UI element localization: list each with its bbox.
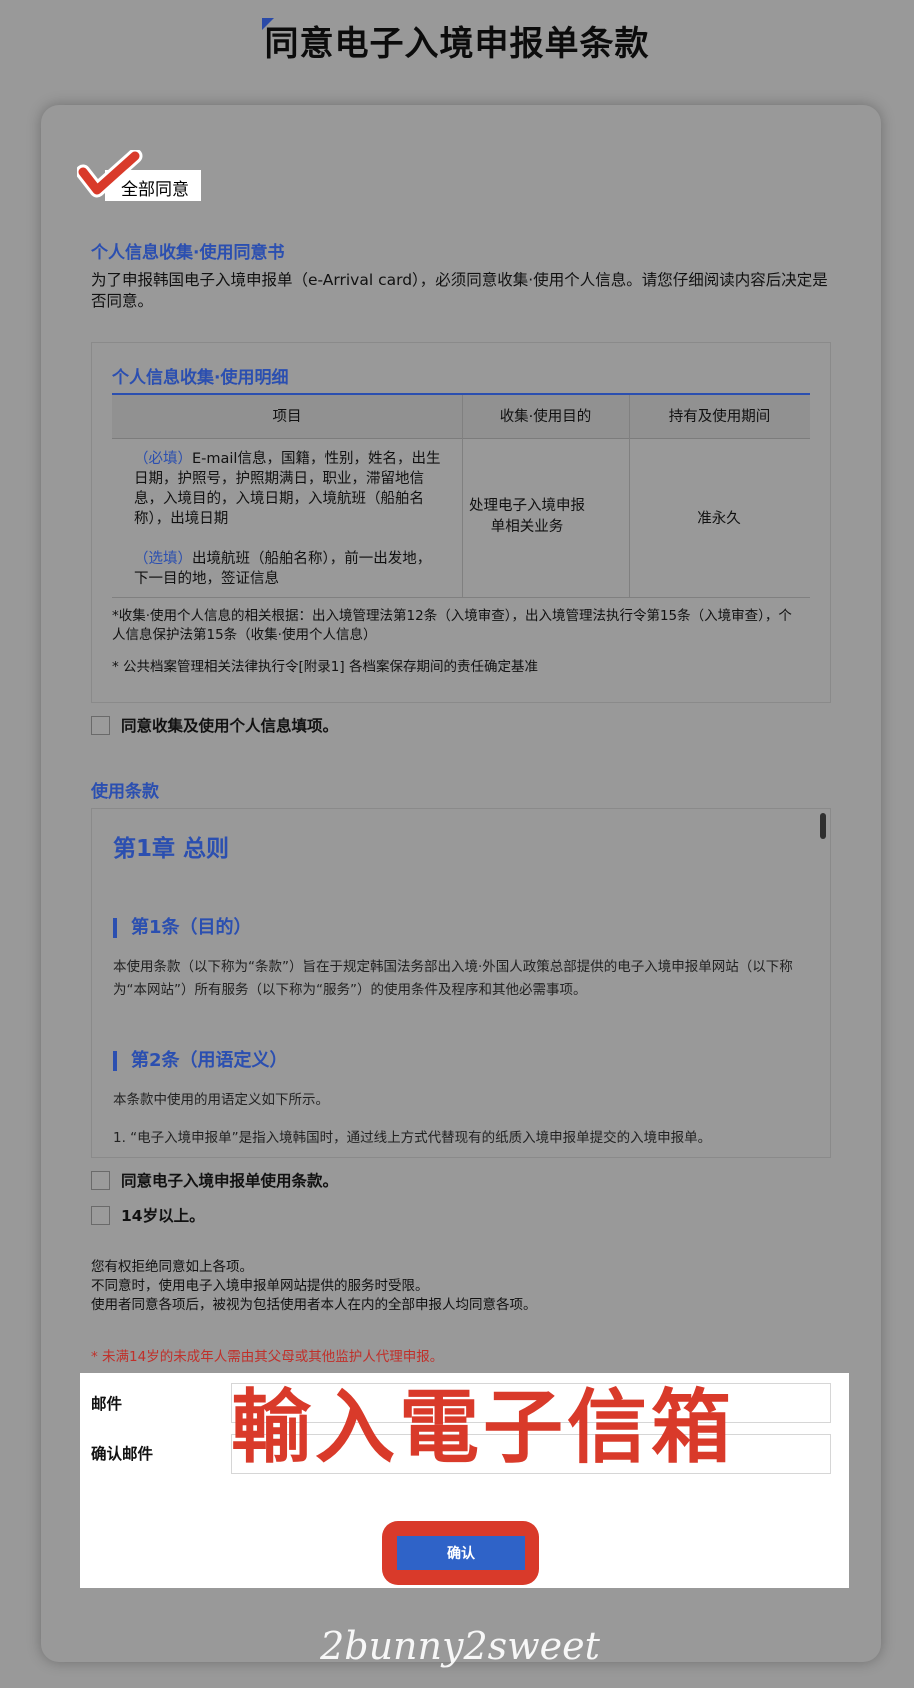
age-checkbox[interactable] (91, 1206, 110, 1225)
optional-tag: （选填） (134, 551, 192, 567)
chapter-title: 第1章 总则 (113, 836, 230, 862)
scrollbar-thumb[interactable] (820, 813, 826, 839)
column-header-period: 持有及使用期间 (668, 409, 771, 425)
details-title: 个人信息收集·使用明细 (112, 368, 289, 388)
privacy-consent-checkbox[interactable] (91, 716, 110, 735)
legal-basis-note: *收集·使用个人信息的相关根据：出入境管理法第12条（入境审查），出入境管理法执… (112, 608, 792, 643)
rights-line: 使用者同意各项后，被视为包括使用者本人在内的全部申报人均同意各项。 (91, 1297, 537, 1313)
article-2-text: 本条款中使用的用语定义如下所示。 (113, 1092, 329, 1108)
rights-line: 不同意时，使用电子入境申报单网站提供的服务时受限。 (91, 1278, 429, 1294)
table-header: 项目 收集·使用目的 持有及使用期间 (112, 395, 810, 439)
table-cell-period: 准永久 (697, 511, 741, 527)
privacy-details-box: 个人信息收集·使用明细 项目 收集·使用目的 持有及使用期间 （必填）E-mai… (91, 342, 831, 703)
column-divider (629, 395, 630, 598)
confirm-email-label: 确认邮件 (91, 1445, 154, 1463)
privacy-consent-label: 同意收集及使用个人信息填项。 (121, 717, 339, 735)
minor-note: * 未满14岁的未成年人需由其父母或其他监护人代理申报。 (91, 1349, 444, 1365)
rights-notice: 您有权拒绝同意如上各项。 不同意时，使用电子入境申报单网站提供的服务时受限。 使… (91, 1258, 831, 1315)
terms-consent-label: 同意电子入境申报单使用条款。 (121, 1172, 339, 1190)
table-row-bottom (112, 597, 810, 598)
article-1-text: 本使用条款（以下称为“条款”）旨在于规定韩国法务部出入境·外国人政策总部提供的电… (113, 959, 793, 998)
column-header-items: 项目 (272, 409, 302, 425)
agree-all-checkbox[interactable]: 全部同意 (77, 150, 203, 201)
terms-consent-checkbox[interactable] (91, 1171, 110, 1190)
required-tag: （必填） (134, 451, 192, 467)
archive-note: * 公共档案管理相关法律执行令[附录1] 各档案保存期间的责任确定基准 (112, 659, 538, 675)
agree-all-label: 全部同意 (121, 180, 189, 200)
rights-line: 您有权拒绝同意如上各项。 (91, 1259, 253, 1275)
terms-section-title: 使用条款 (91, 782, 159, 802)
overlay-annotation: 輸入電子信箱 (231, 1381, 735, 1474)
article-2-item-1: 1. “电子入境申报单”是指入境韩国时，通过线上方式代替现有的纸质入境申报单提交… (113, 1130, 712, 1146)
email-label: 邮件 (91, 1395, 123, 1413)
column-header-purpose: 收集·使用目的 (499, 409, 592, 425)
article-2-title: 第2条（用语定义） (113, 1051, 288, 1071)
age-label: 14岁以上。 (121, 1207, 205, 1225)
page-title: 同意电子入境申报单条款 (264, 24, 650, 64)
table-cell-items: （必填）E-mail信息，国籍，性别，姓名，出生日期，护照号，护照期满日，职业，… (134, 449, 444, 589)
terms-scroll-box[interactable]: 第1章 总则 第1条（目的） 本使用条款（以下称为“条款”）旨在于规定韩国法务部… (91, 808, 831, 1158)
table-cell-purpose: 处理电子入境申报单相关业务 (469, 498, 585, 535)
privacy-section-title: 个人信息收集·使用同意书 (91, 243, 285, 263)
confirm-button[interactable]: 确认 (397, 1536, 525, 1570)
privacy-intro: 为了申报韩国电子入境申报单（e-Arrival card），必须同意收集·使用个… (91, 271, 828, 310)
article-1-title: 第1条（目的） (113, 918, 252, 938)
watermark: 2bunny2sweet (320, 1624, 600, 1668)
